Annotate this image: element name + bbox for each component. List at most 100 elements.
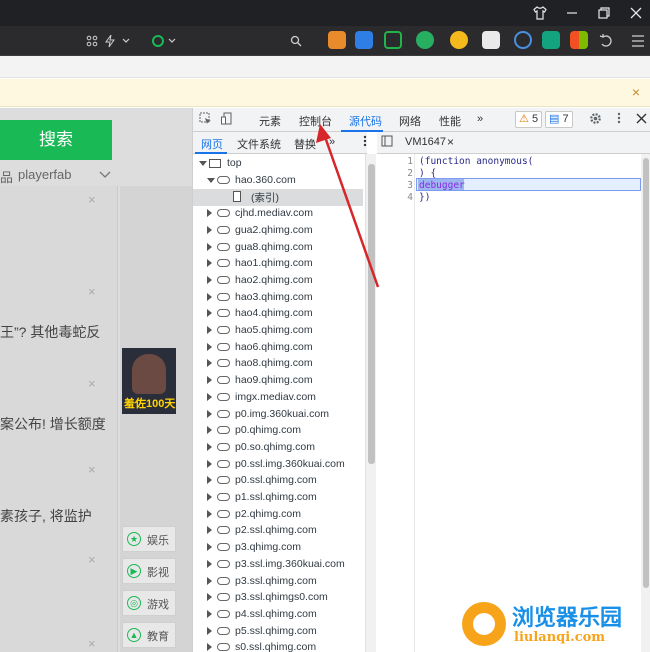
search-icon[interactable] [286,31,306,51]
editor-scrollbar[interactable] [641,154,650,652]
tree-domain-item[interactable]: hao9.qhimg.com [193,373,363,390]
tree-file-item[interactable]: (索引) [193,189,363,207]
tab-sources[interactable]: 源代码 [349,113,382,129]
chevron-down-icon[interactable] [116,31,136,51]
collapse-arrow-icon[interactable] [207,392,212,401]
device-toggle-icon[interactable] [219,112,235,128]
tree-domain-item[interactable]: p2.qhimg.com [193,507,363,524]
tree-domain-item[interactable]: hao.360.com [193,173,363,190]
chevron-down-icon[interactable] [99,170,111,180]
tree-domain-item[interactable]: hao6.qhimg.com [193,340,363,357]
tshirt-icon[interactable] [524,0,556,26]
ext-icon-4[interactable] [416,31,434,49]
tree-domain-item[interactable]: p4.ssl.qhimg.com [193,607,363,624]
menu-icon[interactable] [628,31,648,51]
close-icon[interactable] [620,0,650,26]
chatgpt-icon[interactable] [542,31,560,49]
close-icon[interactable]: × [88,192,96,207]
collapse-arrow-icon[interactable] [207,543,212,552]
tree-domain-item[interactable]: p3.ssl.qhimgs0.com [193,590,363,607]
gamepad-icon[interactable] [482,31,500,49]
game-thumbnail[interactable]: 羞佐100天 [122,348,176,414]
collapse-arrow-icon[interactable] [207,342,212,351]
close-icon[interactable]: × [88,284,96,299]
tree-scrollbar[interactable] [365,154,376,652]
collapse-arrow-icon[interactable] [207,643,212,652]
tree-domain-item[interactable]: p0.qhimg.com [193,423,363,440]
infobar-close-button[interactable]: × [628,84,644,100]
collapse-arrow-icon[interactable] [207,509,212,518]
line-number[interactable]: 2 [377,168,413,179]
ext-icon-1[interactable] [328,31,346,49]
collapse-arrow-icon[interactable] [207,209,212,218]
close-icon[interactable]: × [88,636,96,651]
expand-arrow-icon[interactable] [199,161,207,166]
collapse-arrow-icon[interactable] [207,526,212,535]
tree-domain-item[interactable]: p3.ssl.qhimg.com [193,574,363,591]
tab-overrides[interactable]: 替换 [294,136,316,152]
tree-domain-item[interactable]: p3.ssl.img.360kuai.com [193,557,363,574]
scrollbar-thumb[interactable] [368,164,375,464]
collapse-arrow-icon[interactable] [207,426,212,435]
restore-icon[interactable] [588,0,620,26]
scrollbar-thumb[interactable] [643,158,649,588]
grid-icon[interactable] [82,31,102,51]
kebab-menu-icon[interactable] [611,112,627,128]
collapse-arrow-icon[interactable] [207,309,212,318]
collapse-arrow-icon[interactable] [207,359,212,368]
tree-domain-item[interactable]: hao2.qhimg.com [193,273,363,290]
collapse-arrow-icon[interactable] [207,259,212,268]
code-editor[interactable]: 1 2 3 4 (function anonymous( ) { debugge… [377,154,650,652]
collapse-arrow-icon[interactable] [207,242,212,251]
collapse-arrow-icon[interactable] [207,626,212,635]
collapse-arrow-icon[interactable] [207,459,212,468]
collapse-arrow-icon[interactable] [207,442,212,451]
suggestion-item[interactable]: playerfab [18,167,71,182]
tree-domain-item[interactable]: p1.ssl.qhimg.com [193,490,363,507]
line-number[interactable]: 3 [377,180,413,191]
category-entertainment[interactable]: ★ 娱乐 [122,526,176,552]
tree-domain-item[interactable]: hao4.qhimg.com [193,306,363,323]
messages-badge[interactable]: ▤ 7 [545,111,573,128]
collapse-arrow-icon[interactable] [207,326,212,334]
line-number[interactable]: 4 [377,192,413,203]
ext-icon-2[interactable] [355,31,373,49]
tree-domain-item[interactable]: gua8.qhimg.com [193,240,363,257]
collapse-arrow-icon[interactable] [207,609,212,618]
undo-icon[interactable] [596,31,616,51]
close-tab-icon[interactable]: × [447,135,454,149]
collapse-arrow-icon[interactable] [207,593,212,602]
collapse-arrow-icon[interactable] [207,292,212,301]
collapse-arrow-icon[interactable] [207,559,212,568]
tree-domain-item[interactable]: hao8.qhimg.com [193,356,363,373]
news-headline[interactable]: 案公布! 增长额度 [0,414,106,434]
news-headline[interactable]: 素孩子, 将监护 [0,506,92,526]
tab-page[interactable]: 网页 [201,136,223,152]
ext-icon-3[interactable] [384,31,402,49]
tree-domain-item[interactable]: p2.ssl.qhimg.com [193,523,363,540]
tab-filesystem[interactable]: 文件系统 [237,136,281,152]
tree-domain-item[interactable]: gua2.qhimg.com [193,223,363,240]
tree-domain-item[interactable]: cjhd.mediav.com [193,206,363,223]
apps-icon[interactable] [570,31,588,49]
chevron-down-icon[interactable] [162,31,182,51]
close-icon[interactable]: × [88,462,96,477]
tree-domain-item[interactable]: p0.img.360kuai.com [193,407,363,424]
tree-domain-item[interactable]: p3.qhimg.com [193,540,363,557]
collapse-arrow-icon[interactable] [207,376,212,385]
close-icon[interactable] [633,112,649,128]
tree-domain-item[interactable]: top [193,156,363,173]
suggestion-item[interactable]: 品 [0,167,13,186]
ext-icon-5[interactable] [450,31,468,49]
tree-domain-item[interactable]: p0.so.qhimg.com [193,440,363,457]
more-nav-tabs-button[interactable]: » [329,136,335,148]
news-headline[interactable]: 王”? 其他毒蛇反 [0,322,100,342]
inspect-element-icon[interactable] [197,112,213,128]
collapse-arrow-icon[interactable] [207,275,212,284]
collapse-arrow-icon[interactable] [207,476,212,485]
toggle-navigator-icon[interactable] [379,135,395,151]
tab-elements[interactable]: 元素 [259,113,281,129]
tree-domain-item[interactable]: p5.ssl.qhimg.com [193,624,363,641]
category-games[interactable]: ◎ 游戏 [122,590,176,616]
tab-console[interactable]: 控制台 [299,113,332,129]
